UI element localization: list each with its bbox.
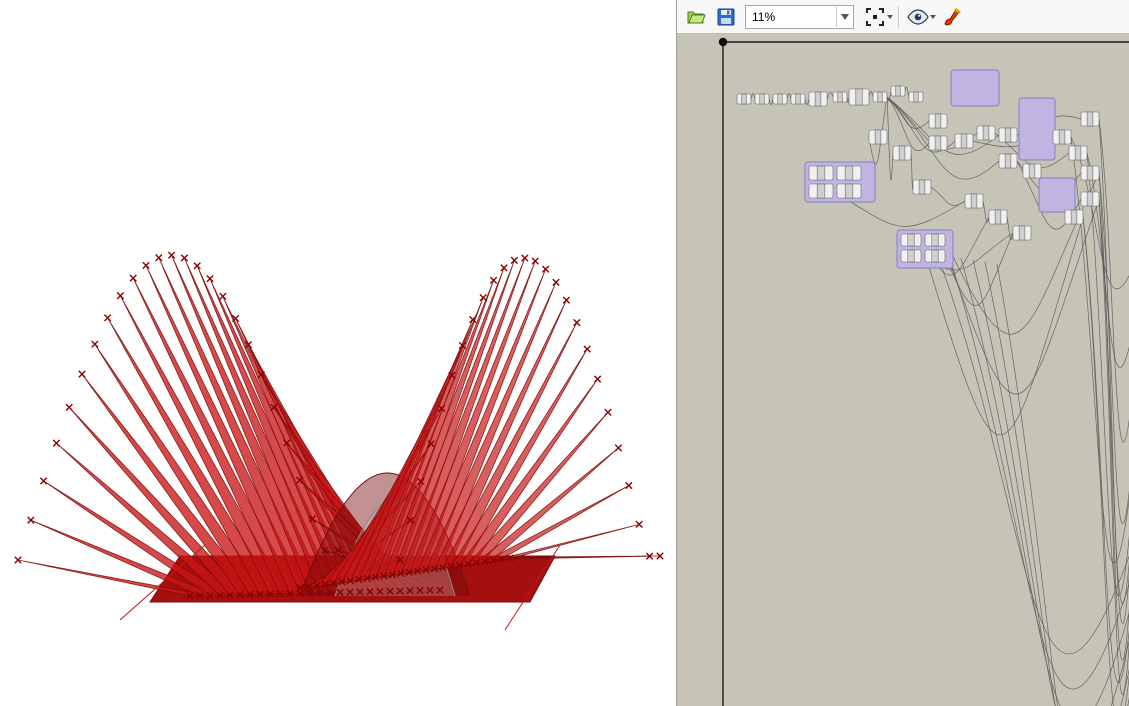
viewport-svg (0, 0, 676, 706)
caret-down-icon (887, 15, 893, 19)
zoom-input[interactable] (746, 7, 836, 27)
viewport-3d[interactable] (0, 0, 676, 706)
save-button[interactable] (713, 4, 739, 30)
toolbar-separator (898, 6, 899, 28)
editor-toolbar (677, 0, 1129, 34)
open-button[interactable] (683, 4, 709, 30)
zoom-dropdown-button[interactable] (836, 7, 853, 27)
canvas-svg (677, 34, 1129, 706)
floppy-disk-icon (716, 7, 736, 27)
editor-canvas[interactable] (677, 34, 1129, 706)
zoom-extents-button[interactable] (862, 4, 888, 30)
preview-dropdown[interactable] (929, 15, 937, 19)
sketch-button[interactable] (939, 4, 965, 30)
grasshopper-editor (676, 0, 1129, 706)
chevron-down-icon (841, 14, 849, 20)
zoom-extents-dropdown[interactable] (886, 15, 894, 19)
zoom-extents-icon (866, 8, 884, 26)
paintbrush-icon (942, 7, 962, 27)
eye-icon (907, 9, 929, 25)
folder-open-icon (686, 7, 706, 27)
zoom-combobox[interactable] (745, 5, 854, 29)
preview-button[interactable] (905, 4, 931, 30)
caret-down-icon (930, 15, 936, 19)
